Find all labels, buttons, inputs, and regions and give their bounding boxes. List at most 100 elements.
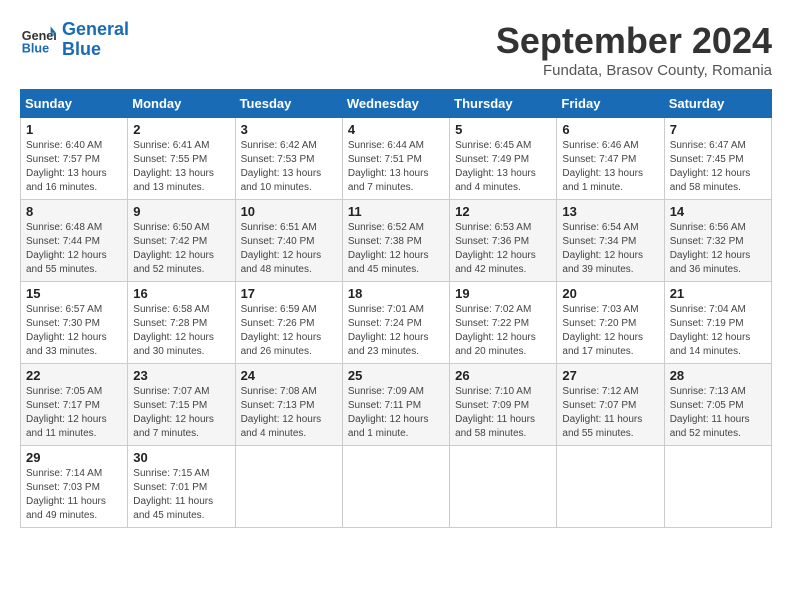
weekday-header-monday: Monday: [128, 90, 235, 118]
day-number: 10: [241, 204, 337, 219]
day-number: 13: [562, 204, 658, 219]
day-number: 5: [455, 122, 551, 137]
weekday-header-saturday: Saturday: [664, 90, 771, 118]
calendar-cell: 15 Sunrise: 6:57 AM Sunset: 7:30 PM Dayli…: [21, 282, 128, 364]
day-number: 26: [455, 368, 551, 383]
day-info: Sunrise: 6:53 AM Sunset: 7:36 PM Dayligh…: [455, 221, 551, 277]
calendar-cell: 24Sunrise: 7:08 AM Sunset: 7:13 PM Dayli…: [235, 364, 342, 446]
calendar-cell: 30Sunrise: 7:15 AM Sunset: 7:01 PM Dayli…: [128, 446, 235, 528]
calendar-cell: 22 Sunrise: 7:05 AM Sunset: 7:17 PM Dayli…: [21, 364, 128, 446]
day-info: Sunrise: 6:40 AM Sunset: 7:57 PM Dayligh…: [26, 139, 122, 195]
svg-text:Blue: Blue: [22, 41, 49, 55]
day-info: Sunrise: 6:50 AM Sunset: 7:42 PM Dayligh…: [133, 221, 229, 277]
day-info: Sunrise: 7:14 AM Sunset: 7:03 PM Dayligh…: [26, 467, 122, 523]
calendar-cell: 13 Sunrise: 6:54 AM Sunset: 7:34 PM Dayli…: [557, 200, 664, 282]
day-info: Sunrise: 6:46 AM Sunset: 7:47 PM Dayligh…: [562, 139, 658, 195]
day-number: 28: [670, 368, 766, 383]
day-number: 15: [26, 286, 122, 301]
day-info: Sunrise: 7:07 AM Sunset: 7:15 PM Dayligh…: [133, 385, 229, 441]
day-info: Sunrise: 6:56 AM Sunset: 7:32 PM Dayligh…: [670, 221, 766, 277]
day-number: 6: [562, 122, 658, 137]
calendar-cell: 14 Sunrise: 6:56 AM Sunset: 7:32 PM Dayli…: [664, 200, 771, 282]
calendar-cell: [235, 446, 342, 528]
calendar-week-row: 29 Sunrise: 7:14 AM Sunset: 7:03 PM Dayli…: [21, 446, 772, 528]
day-info: Sunrise: 7:05 AM Sunset: 7:17 PM Dayligh…: [26, 385, 122, 441]
weekday-header-wednesday: Wednesday: [342, 90, 449, 118]
day-number: 2: [133, 122, 229, 137]
calendar-cell: 19 Sunrise: 7:02 AM Sunset: 7:22 PM Dayli…: [450, 282, 557, 364]
day-info: Sunrise: 6:47 AM Sunset: 7:45 PM Dayligh…: [670, 139, 766, 195]
logo-text-line2: Blue: [62, 40, 129, 60]
calendar-week-row: 22 Sunrise: 7:05 AM Sunset: 7:17 PM Dayli…: [21, 364, 772, 446]
day-number: 9: [133, 204, 229, 219]
day-number: 20: [562, 286, 658, 301]
weekday-header-tuesday: Tuesday: [235, 90, 342, 118]
calendar-cell: 16 Sunrise: 6:58 AM Sunset: 7:28 PM Dayli…: [128, 282, 235, 364]
calendar-cell: 29 Sunrise: 7:14 AM Sunset: 7:03 PM Dayli…: [21, 446, 128, 528]
day-info: Sunrise: 7:01 AM Sunset: 7:24 PM Dayligh…: [348, 303, 444, 359]
calendar-cell: 1Sunrise: 6:40 AM Sunset: 7:57 PM Daylig…: [21, 118, 128, 200]
weekday-header-sunday: Sunday: [21, 90, 128, 118]
calendar-cell: [450, 446, 557, 528]
day-info: Sunrise: 6:45 AM Sunset: 7:49 PM Dayligh…: [455, 139, 551, 195]
day-number: 27: [562, 368, 658, 383]
calendar-cell: 5 Sunrise: 6:45 AM Sunset: 7:49 PM Daylig…: [450, 118, 557, 200]
day-info: Sunrise: 7:03 AM Sunset: 7:20 PM Dayligh…: [562, 303, 658, 359]
calendar-cell: 4Sunrise: 6:44 AM Sunset: 7:51 PM Daylig…: [342, 118, 449, 200]
calendar-cell: 10 Sunrise: 6:51 AM Sunset: 7:40 PM Dayli…: [235, 200, 342, 282]
calendar-cell: 17 Sunrise: 6:59 AM Sunset: 7:26 PM Dayli…: [235, 282, 342, 364]
day-info: Sunrise: 6:41 AM Sunset: 7:55 PM Dayligh…: [133, 139, 229, 195]
logo: General Blue General Blue: [20, 20, 129, 60]
day-number: 18: [348, 286, 444, 301]
calendar-cell: 8Sunrise: 6:48 AM Sunset: 7:44 PM Daylig…: [21, 200, 128, 282]
calendar-cell: [342, 446, 449, 528]
calendar-week-row: 1Sunrise: 6:40 AM Sunset: 7:57 PM Daylig…: [21, 118, 772, 200]
month-title: September 2024: [496, 20, 772, 62]
weekday-header-row: SundayMondayTuesdayWednesdayThursdayFrid…: [21, 90, 772, 118]
day-info: Sunrise: 7:09 AM Sunset: 7:11 PM Dayligh…: [348, 385, 444, 441]
day-number: 3: [241, 122, 337, 137]
weekday-header-thursday: Thursday: [450, 90, 557, 118]
calendar-week-row: 15 Sunrise: 6:57 AM Sunset: 7:30 PM Dayli…: [21, 282, 772, 364]
day-number: 14: [670, 204, 766, 219]
day-number: 4: [348, 122, 444, 137]
page-header: General Blue General Blue September 2024…: [20, 20, 772, 79]
day-number: 16: [133, 286, 229, 301]
calendar-cell: 18 Sunrise: 7:01 AM Sunset: 7:24 PM Dayli…: [342, 282, 449, 364]
day-info: Sunrise: 6:52 AM Sunset: 7:38 PM Dayligh…: [348, 221, 444, 277]
title-area: September 2024 Fundata, Brasov County, R…: [496, 20, 772, 79]
day-number: 17: [241, 286, 337, 301]
calendar-cell: [664, 446, 771, 528]
logo-icon: General Blue: [20, 22, 56, 58]
calendar-cell: 7Sunrise: 6:47 AM Sunset: 7:45 PM Daylig…: [664, 118, 771, 200]
calendar-cell: 27Sunrise: 7:12 AM Sunset: 7:07 PM Dayli…: [557, 364, 664, 446]
day-info: Sunrise: 6:51 AM Sunset: 7:40 PM Dayligh…: [241, 221, 337, 277]
day-info: Sunrise: 6:58 AM Sunset: 7:28 PM Dayligh…: [133, 303, 229, 359]
calendar-cell: 25 Sunrise: 7:09 AM Sunset: 7:11 PM Dayli…: [342, 364, 449, 446]
day-info: Sunrise: 6:48 AM Sunset: 7:44 PM Dayligh…: [26, 221, 122, 277]
calendar-cell: 20 Sunrise: 7:03 AM Sunset: 7:20 PM Dayli…: [557, 282, 664, 364]
calendar-cell: 21Sunrise: 7:04 AM Sunset: 7:19 PM Dayli…: [664, 282, 771, 364]
day-number: 25: [348, 368, 444, 383]
day-number: 23: [133, 368, 229, 383]
day-info: Sunrise: 7:10 AM Sunset: 7:09 PM Dayligh…: [455, 385, 551, 441]
day-info: Sunrise: 6:42 AM Sunset: 7:53 PM Dayligh…: [241, 139, 337, 195]
calendar-cell: 28Sunrise: 7:13 AM Sunset: 7:05 PM Dayli…: [664, 364, 771, 446]
calendar-week-row: 8Sunrise: 6:48 AM Sunset: 7:44 PM Daylig…: [21, 200, 772, 282]
location-title: Fundata, Brasov County, Romania: [496, 62, 772, 79]
day-info: Sunrise: 7:04 AM Sunset: 7:19 PM Dayligh…: [670, 303, 766, 359]
calendar-table: SundayMondayTuesdayWednesdayThursdayFrid…: [20, 89, 772, 528]
day-info: Sunrise: 7:08 AM Sunset: 7:13 PM Dayligh…: [241, 385, 337, 441]
day-number: 11: [348, 204, 444, 219]
calendar-cell: 3 Sunrise: 6:42 AM Sunset: 7:53 PM Daylig…: [235, 118, 342, 200]
day-number: 19: [455, 286, 551, 301]
calendar-cell: 23 Sunrise: 7:07 AM Sunset: 7:15 PM Dayli…: [128, 364, 235, 446]
calendar-cell: [557, 446, 664, 528]
day-info: Sunrise: 6:59 AM Sunset: 7:26 PM Dayligh…: [241, 303, 337, 359]
day-number: 22: [26, 368, 122, 383]
day-info: Sunrise: 6:57 AM Sunset: 7:30 PM Dayligh…: [26, 303, 122, 359]
day-info: Sunrise: 7:02 AM Sunset: 7:22 PM Dayligh…: [455, 303, 551, 359]
day-info: Sunrise: 6:54 AM Sunset: 7:34 PM Dayligh…: [562, 221, 658, 277]
day-number: 29: [26, 450, 122, 465]
day-number: 30: [133, 450, 229, 465]
